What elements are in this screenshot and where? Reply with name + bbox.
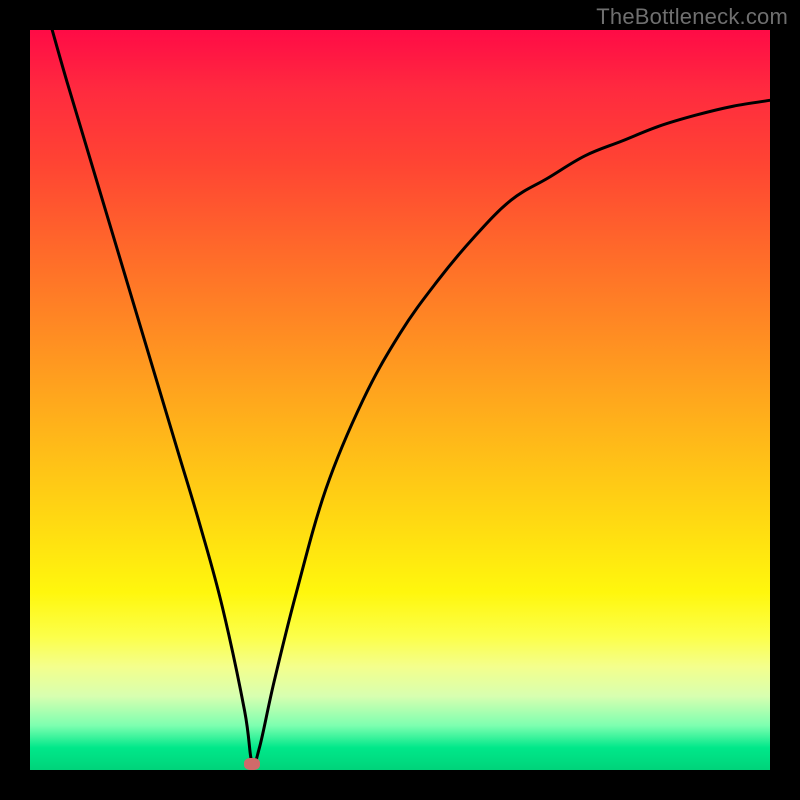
optimum-marker xyxy=(244,758,260,770)
chart-frame: TheBottleneck.com xyxy=(0,0,800,800)
bottleneck-curve xyxy=(52,30,770,765)
curve-svg xyxy=(30,30,770,770)
watermark-text: TheBottleneck.com xyxy=(596,4,788,30)
plot-area xyxy=(30,30,770,770)
